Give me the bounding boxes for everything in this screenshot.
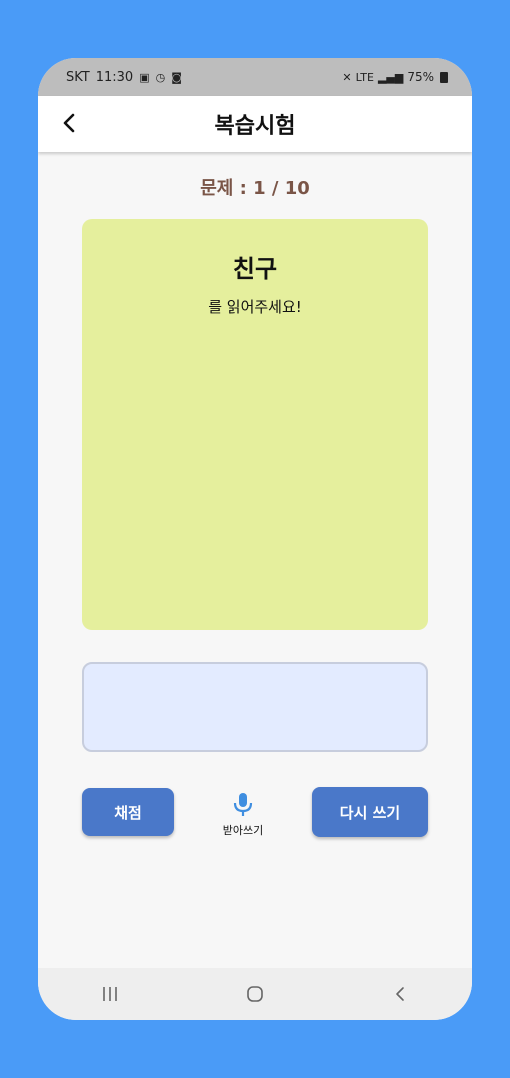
back-button[interactable] xyxy=(52,106,86,140)
mute-icon: ✕ xyxy=(342,70,352,84)
grade-button[interactable]: 채점 xyxy=(82,788,174,836)
app-notification-icon: ◙ xyxy=(171,70,182,84)
battery-icon xyxy=(440,71,448,83)
dictation-label: 받아쓰기 xyxy=(222,824,264,837)
question-card: 친구 를 읽어주세요! xyxy=(82,219,428,630)
dictation-button[interactable]: 받아쓰기 xyxy=(208,792,278,838)
nav-recents-button[interactable] xyxy=(38,968,183,1020)
carrier-label: SKT xyxy=(66,69,90,85)
rewrite-button[interactable]: 다시 쓰기 xyxy=(312,787,428,837)
gallery-notification-icon: ▣ xyxy=(139,70,150,84)
nav-home-button[interactable] xyxy=(183,968,328,1020)
network-type: LTE xyxy=(355,70,374,84)
chevron-left-icon xyxy=(63,113,75,133)
microphone-icon xyxy=(233,793,253,816)
system-nav-bar xyxy=(38,968,472,1020)
status-bar: SKT 11:30 ▣ ◷ ◙ ✕ LTE ▂▄▆ 75% xyxy=(38,58,472,96)
battery-percent: 75% xyxy=(407,70,434,84)
phone-screen: SKT 11:30 ▣ ◷ ◙ ✕ LTE ▂▄▆ 75% 복습시험 문제 : … xyxy=(38,58,472,1020)
answer-input[interactable] xyxy=(82,662,428,752)
app-bar: 복습시험 xyxy=(38,96,472,152)
signal-icon: ▂▄▆ xyxy=(377,70,404,84)
clock: 11:30 xyxy=(95,69,134,85)
alarm-icon: ◷ xyxy=(155,70,166,84)
instruction-text: 를 읽어주세요! xyxy=(208,298,302,316)
nav-back-button[interactable] xyxy=(327,968,472,1020)
question-counter: 문제 : 1 / 10 xyxy=(200,178,310,199)
page-title: 복습시험 xyxy=(214,114,296,139)
recents-icon xyxy=(103,987,118,1001)
back-icon xyxy=(395,987,404,1001)
target-word: 친구 xyxy=(232,255,278,283)
home-icon xyxy=(247,986,263,1002)
